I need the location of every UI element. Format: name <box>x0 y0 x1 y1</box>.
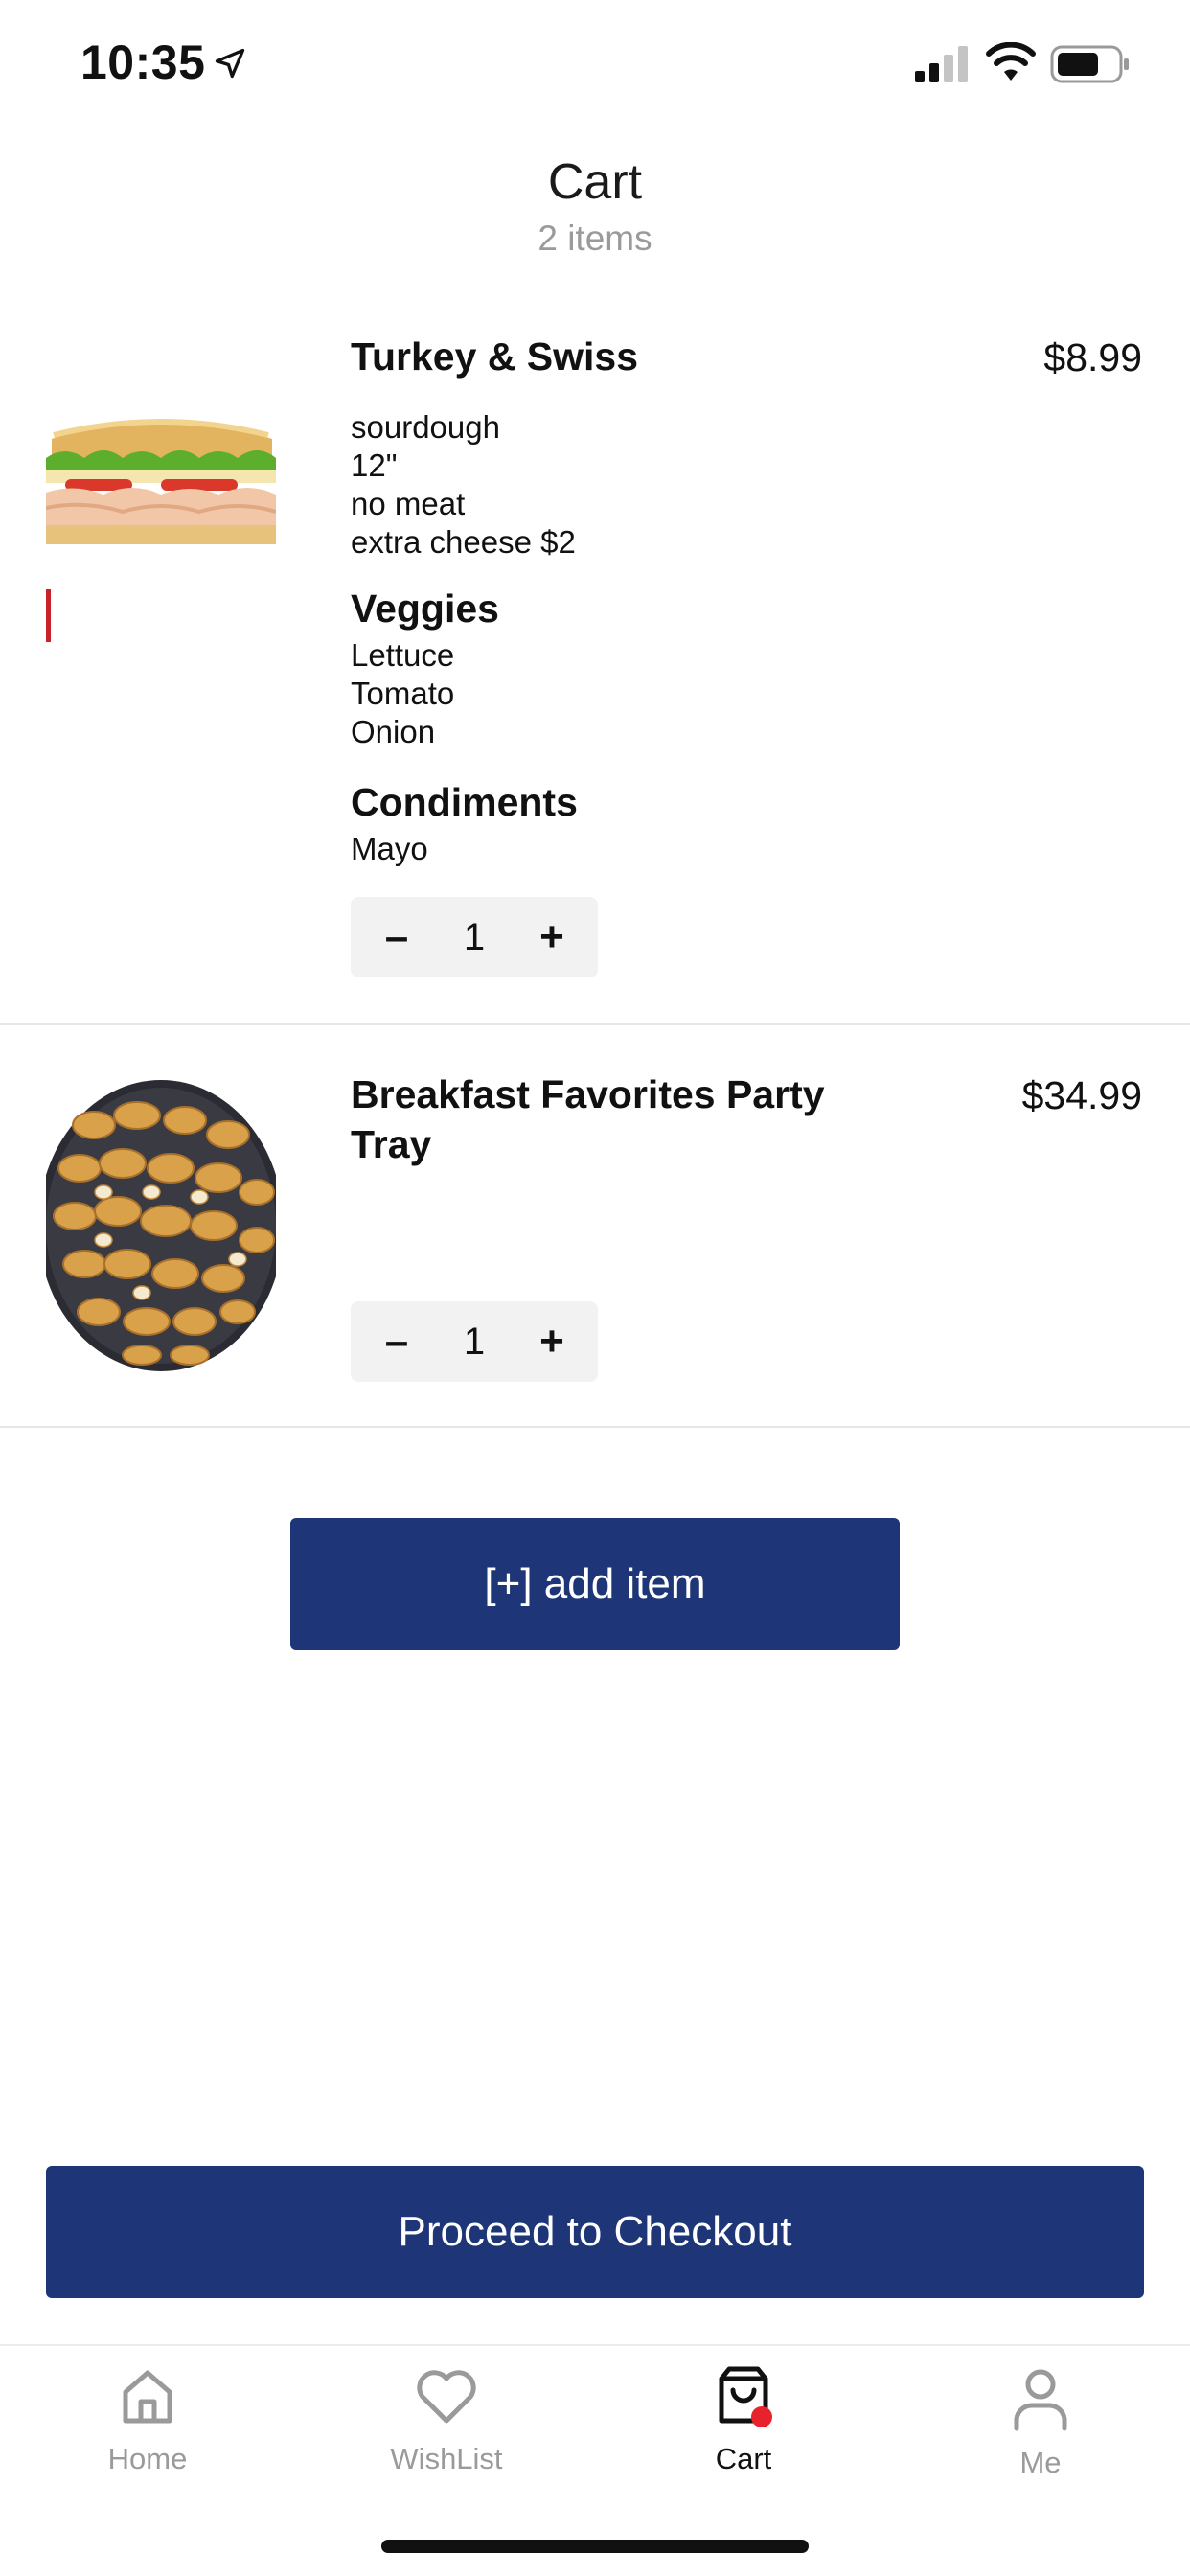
quantity-stepper: – 1 + <box>351 1301 598 1382</box>
veggies-list: Lettuce Tomato Onion <box>351 636 454 751</box>
location-arrow-icon <box>215 48 245 79</box>
tab-home[interactable]: Home <box>52 2365 243 2476</box>
status-time: 10:35 <box>80 35 206 89</box>
item-count: 2 items <box>538 218 652 258</box>
turkey-swiss-sandwich-image[interactable] <box>46 335 276 652</box>
condiment-item: Mayo <box>351 831 428 866</box>
item-name: Breakfast Favorites Party Tray <box>351 1072 825 1166</box>
quantity-value: 1 <box>463 1320 486 1363</box>
cart-item: Breakfast Favorites Party Tray $34.99 – … <box>0 1027 1190 1428</box>
tab-cart[interactable]: Cart <box>648 2365 839 2476</box>
quantity-stepper: – 1 + <box>351 897 598 978</box>
cart-badge <box>751 2406 772 2427</box>
tab-me[interactable]: Me <box>945 2365 1136 2480</box>
proceed-to-checkout-button[interactable]: Proceed to Checkout <box>46 2166 1144 2298</box>
page-title: Cart <box>547 154 643 210</box>
tab-label: Me <box>1019 2446 1062 2479</box>
item-name: Turkey & Swiss <box>351 334 639 379</box>
quantity-value: 1 <box>463 915 486 958</box>
condiments-list: Mayo <box>351 830 428 868</box>
shopping-bag-icon <box>719 2366 772 2427</box>
decrease-quantity-button[interactable]: – <box>378 1301 416 1382</box>
heart-icon <box>417 2370 476 2424</box>
tab-label: WishList <box>390 2442 503 2475</box>
home-indicator[interactable] <box>381 2540 809 2553</box>
party-tray-image[interactable] <box>46 1077 276 1374</box>
battery-icon <box>1050 45 1129 83</box>
add-item-button[interactable]: [+] add item <box>290 1518 900 1650</box>
increase-quantity-button[interactable]: + <box>533 897 571 978</box>
decrease-quantity-button[interactable]: – <box>378 897 416 978</box>
tab-wishlist[interactable]: WishList <box>351 2365 542 2476</box>
home-icon <box>123 2370 172 2424</box>
option-size: 12" <box>351 448 398 483</box>
condiments-heading: Condiments <box>351 780 578 824</box>
veggie-item: Tomato <box>351 676 455 711</box>
option-meat: no meat <box>351 486 466 521</box>
veggies-heading: Veggies <box>351 586 499 631</box>
person-icon <box>1014 2369 1067 2431</box>
tab-label: Home <box>107 2442 188 2475</box>
option-bread: sourdough <box>351 409 500 445</box>
wifi-icon <box>986 42 1036 80</box>
item-options: sourdough 12" no meat extra cheese $2 <box>351 408 576 562</box>
item-price: $34.99 <box>1021 1073 1142 1117</box>
cellular-signal-icon <box>915 46 968 82</box>
status-bar: 10:35 <box>0 0 1190 126</box>
tab-label: Cart <box>715 2442 772 2475</box>
increase-quantity-button[interactable]: + <box>533 1301 571 1382</box>
veggie-item: Lettuce <box>351 637 455 673</box>
option-extra: extra cheese $2 <box>351 524 576 560</box>
cart-item: Turkey & Swiss $8.99 sourdough 12" no me… <box>0 316 1190 1025</box>
item-price: $8.99 <box>1043 335 1142 380</box>
veggie-item: Onion <box>351 714 436 749</box>
